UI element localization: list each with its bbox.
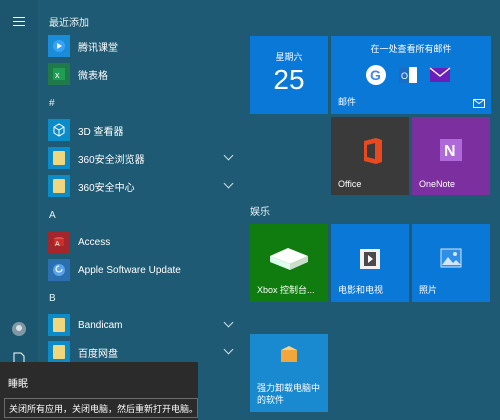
hamburger-menu-icon[interactable]	[8, 10, 30, 32]
app-item-tencent-classroom[interactable]: 腾讯课堂	[48, 33, 238, 59]
mail-envelope-icon	[473, 99, 485, 108]
svg-text:x: x	[55, 70, 60, 80]
folder-icon	[48, 341, 70, 363]
folder-icon	[48, 147, 70, 169]
app-label: 3D 查看器	[78, 126, 124, 138]
calendar-day: 25	[273, 64, 305, 95]
movies-tv-tile[interactable]: 电影和电视	[331, 224, 409, 302]
app-label: 360安全中心	[78, 182, 135, 194]
chevron-down-icon[interactable]	[223, 150, 234, 161]
user-account-icon[interactable]	[8, 318, 30, 340]
app-item-weibiaoge[interactable]: x 微表格	[48, 61, 238, 87]
3d-cube-icon	[48, 119, 70, 141]
app-label: Bandicam	[78, 319, 123, 331]
mail-tile[interactable]: 在一处查看所有邮件 G O 邮件	[331, 36, 491, 114]
excel-icon: x	[48, 63, 70, 85]
tencent-classroom-icon	[48, 35, 70, 57]
office-tile[interactable]: Office	[331, 117, 409, 195]
xbox-console-icon	[270, 248, 308, 270]
group-label-entertainment: 娱乐	[250, 207, 270, 218]
calendar-weekday: 星期六	[275, 52, 303, 62]
film-icon	[360, 249, 380, 269]
uninstaller-tile[interactable]: 强力卸载电脑中的软件	[250, 334, 328, 412]
app-item-360-browser-folder[interactable]: 360安全浏览器	[48, 145, 238, 171]
xbox-label: Xbox 控制台...	[257, 285, 315, 295]
movies-tv-label: 电影和电视	[338, 285, 384, 295]
app-label: 微表格	[78, 70, 108, 82]
folder-icon	[48, 314, 70, 336]
mail-header: 在一处查看所有邮件	[370, 44, 452, 54]
app-item-apple-software-update[interactable]: Apple Software Update	[48, 257, 238, 283]
uninstaller-label: 强力卸载电脑中的软件	[257, 383, 321, 405]
svg-text:G: G	[370, 67, 381, 83]
app-item-3d-viewer[interactable]: 3D 查看器	[48, 117, 238, 143]
section-header-a[interactable]: A	[49, 210, 56, 221]
svg-text:N: N	[444, 143, 456, 160]
app-item-access[interactable]: A Access	[48, 229, 238, 255]
section-header-recent: 最近添加	[49, 18, 89, 29]
app-item-360-security-folder[interactable]: 360安全中心	[48, 173, 238, 199]
office-logo-icon	[364, 138, 382, 164]
office-label: Office	[338, 179, 362, 189]
calendar-tile[interactable]: 星期六 25	[250, 36, 328, 114]
app-label: Apple Software Update	[78, 264, 181, 276]
chevron-down-icon[interactable]	[223, 317, 234, 328]
onenote-logo-icon: N	[440, 139, 462, 161]
svg-text:A: A	[55, 241, 60, 248]
outlook-icon: O	[399, 67, 417, 83]
mail-label: 邮件	[338, 97, 357, 107]
onenote-label: OneNote	[419, 179, 456, 189]
folder-icon	[48, 175, 70, 197]
section-header-hash[interactable]: #	[49, 98, 55, 109]
xbox-tile[interactable]: Xbox 控制台...	[250, 224, 328, 302]
access-icon: A	[48, 231, 70, 253]
chevron-down-icon[interactable]	[223, 178, 234, 189]
apple-update-icon	[48, 259, 70, 281]
yahoo-mail-icon	[429, 67, 451, 82]
app-label: 百度网盘	[78, 348, 118, 360]
photos-tile[interactable]: 照片	[412, 224, 490, 302]
sleep-menu-item[interactable]: 睡眠	[8, 375, 28, 390]
sleep-tooltip: 关闭所有应用，关闭电脑，然后重新打开电脑。	[4, 398, 198, 418]
app-label: 腾讯课堂	[78, 42, 118, 54]
section-header-b[interactable]: B	[49, 293, 56, 304]
svg-text:O: O	[401, 71, 408, 81]
onenote-tile[interactable]: N OneNote	[412, 117, 490, 195]
app-label: 360安全浏览器	[78, 154, 145, 166]
google-icon: G	[366, 65, 386, 85]
app-item-bandicam-folder[interactable]: Bandicam	[48, 312, 238, 338]
photo-icon	[440, 248, 462, 268]
app-label: Access	[78, 236, 111, 248]
uninstall-box-icon	[281, 346, 297, 362]
photos-label: 照片	[419, 285, 438, 295]
chevron-down-icon[interactable]	[223, 344, 234, 355]
